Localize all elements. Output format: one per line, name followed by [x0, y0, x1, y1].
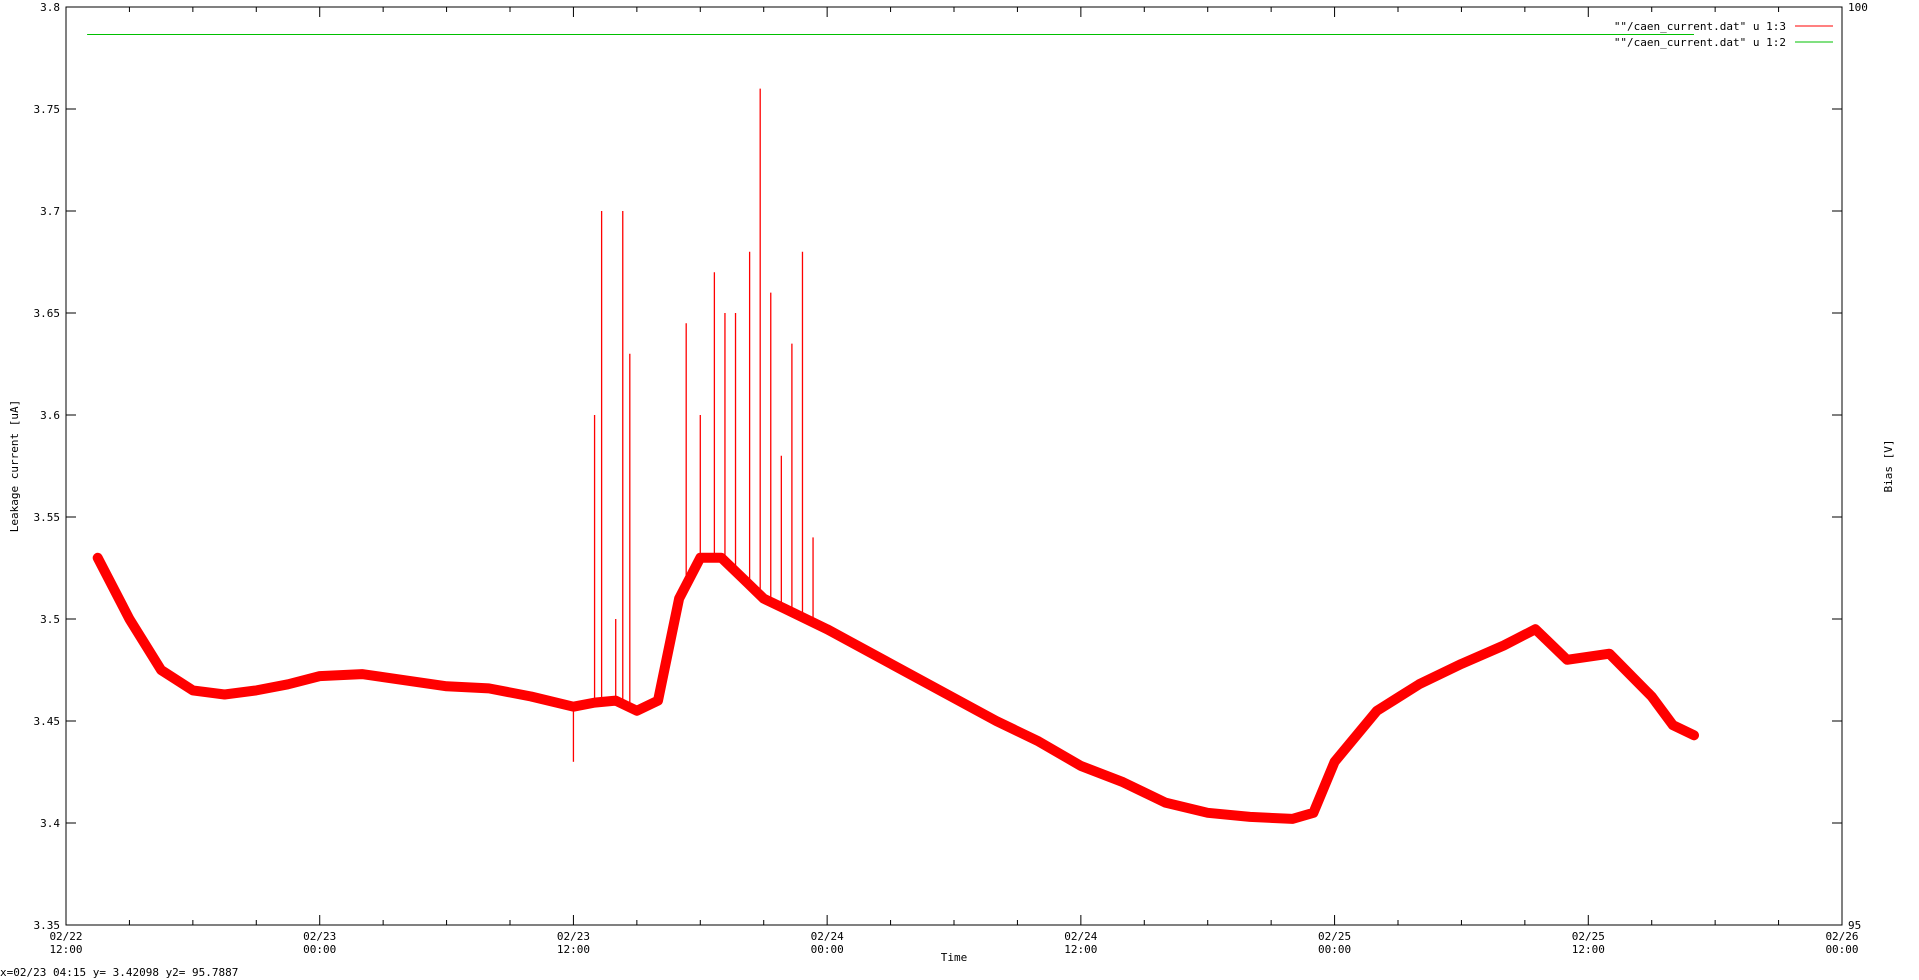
x-tick-label-date: 02/22: [49, 930, 82, 943]
x-tick-label-time: 00:00: [811, 943, 844, 956]
series-layer: [87, 34, 1699, 824]
y-tick-label: 3.55: [34, 511, 61, 524]
y-tick-label: 3.65: [34, 307, 61, 320]
x-tick-label-time: 00:00: [1825, 943, 1858, 956]
x-axis-label: Time: [941, 951, 968, 964]
x-tick-label-date: 02/26: [1825, 930, 1858, 943]
plot-frame: [65, 6, 1843, 926]
x-tick-label-time: 12:00: [1064, 943, 1097, 956]
x-tick-label-date: 02/24: [811, 930, 844, 943]
x-tick-label-time: 00:00: [303, 943, 336, 956]
x-tick-label-date: 02/25: [1572, 930, 1605, 943]
y-tick-label: 3.75: [34, 103, 61, 116]
labels-layer: 3.353.43.453.53.553.63.653.73.753.895100…: [34, 1, 1868, 956]
x-tick-label-time: 12:00: [557, 943, 590, 956]
y-tick-label: 3.7: [40, 205, 60, 218]
series-current-line: [97, 557, 1695, 820]
x-tick-label-date: 02/23: [557, 930, 590, 943]
x-tick-label-date: 02/24: [1064, 930, 1097, 943]
legend-label-current: ""/caen_current.dat" u 1:3: [1614, 20, 1786, 33]
y-tick-label: 3.5: [40, 613, 60, 626]
ticks-layer: [65, 6, 1843, 926]
x-tick-label-time: 12:00: [49, 943, 82, 956]
x-tick-label-date: 02/25: [1318, 930, 1351, 943]
y-tick-label: 3.8: [40, 1, 60, 14]
y-tick-label: 3.45: [34, 715, 61, 728]
x-tick-label-time: 12:00: [1572, 943, 1605, 956]
y-tick-label: 3.4: [40, 817, 60, 830]
x-tick-label-time: 00:00: [1318, 943, 1351, 956]
y-tick-label: 3.6: [40, 409, 60, 422]
leakage-current-chart: 3.353.43.453.53.553.63.653.73.753.895100…: [8, 1, 1895, 964]
legend-label-bias: ""/caen_current.dat" u 1:2: [1614, 36, 1786, 49]
x-tick-label-date: 02/23: [303, 930, 336, 943]
status-bar: x=02/23 04:15 y= 3.42098 y2= 95.7887: [0, 966, 1919, 980]
y2-axis-label: Bias [V]: [1882, 440, 1895, 493]
y-axis-label: Leakage current [uA]: [8, 400, 21, 532]
y2-tick-label: 100: [1848, 1, 1868, 14]
series-current-band: [92, 552, 1699, 824]
